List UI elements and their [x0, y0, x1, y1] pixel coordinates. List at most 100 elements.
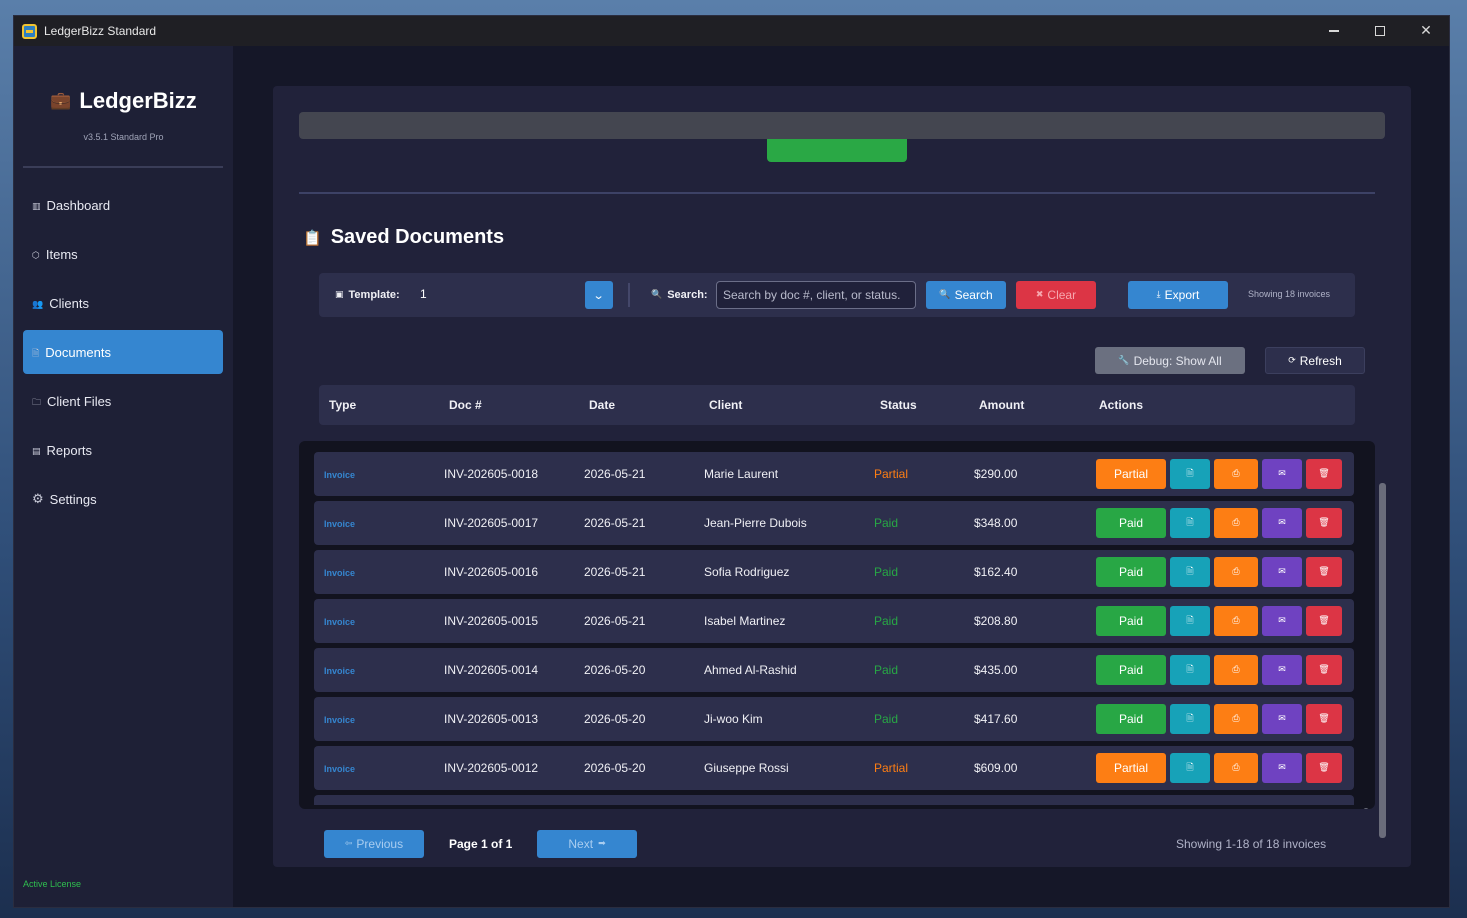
print-button[interactable]: ⎙	[1214, 557, 1258, 587]
status-badge-button[interactable]: Partial	[1096, 753, 1166, 783]
previous-page-button[interactable]: ⇦ Previous	[324, 830, 424, 858]
status-badge-button[interactable]: Paid	[1096, 704, 1166, 734]
table-row[interactable]: Invoice INV-202605-0012 2026-05-20 Giuse…	[314, 746, 1354, 790]
column-header-date[interactable]: Date	[589, 398, 615, 412]
refresh-icon: ⟳	[1288, 355, 1296, 366]
delete-button[interactable]: 🗑	[1306, 557, 1342, 587]
print-button[interactable]: ⎙	[1214, 704, 1258, 734]
search-button[interactable]: 🔍 Search	[926, 281, 1006, 309]
column-header-status[interactable]: Status	[880, 398, 917, 412]
sidebar-item-label: Dashboard	[46, 197, 111, 213]
email-button[interactable]: ✉	[1262, 459, 1302, 489]
print-button[interactable]: ⎙	[1214, 606, 1258, 636]
status-badge-button[interactable]: Paid	[1096, 655, 1166, 685]
view-button[interactable]: 🗎	[1170, 704, 1210, 734]
refresh-button[interactable]: ⟳ Refresh	[1265, 347, 1365, 374]
sidebar-item-dashboard[interactable]: ▥ Dashboard	[23, 183, 223, 227]
debug-show-all-button[interactable]: 🔧 Debug: Show All	[1095, 347, 1245, 374]
doc-number: INV-202605-0013	[444, 712, 539, 726]
status-badge-button[interactable]: Paid	[1096, 508, 1166, 538]
table-row-partial[interactable]	[314, 795, 1354, 805]
license-status: Active License	[23, 879, 82, 889]
printer-icon: ⎙	[1232, 665, 1240, 675]
sidebar-item-settings[interactable]: ⚙ Settings	[23, 477, 223, 521]
doc-date: 2026-05-21	[584, 516, 646, 530]
clear-button[interactable]: ✖ Clear	[1016, 281, 1096, 309]
status-badge-button[interactable]: Paid	[1096, 557, 1166, 587]
close-window-button[interactable]: ✕	[1403, 16, 1449, 46]
sidebar-item-items[interactable]: ⬡ Items	[23, 232, 223, 276]
print-button[interactable]: ⎙	[1214, 459, 1258, 489]
amount: $162.40	[974, 565, 1018, 579]
table-scrollbar[interactable]	[1363, 808, 1369, 809]
export-button[interactable]: ⤓ Export	[1128, 281, 1228, 309]
delete-button[interactable]: 🗑	[1306, 753, 1342, 783]
sidebar-item-client-files[interactable]: 🗀 Client Files	[23, 379, 223, 423]
template-dropdown-button[interactable]: ⌄	[585, 281, 613, 309]
email-button[interactable]: ✉	[1262, 704, 1302, 734]
title-bar[interactable]: LedgerBizz Standard ✕	[14, 16, 1449, 46]
view-button[interactable]: 🗎	[1170, 508, 1210, 538]
window-title: LedgerBizz Standard	[44, 24, 157, 38]
template-label-text: Template:	[348, 289, 400, 301]
sidebar-item-reports[interactable]: ▤ Reports	[23, 428, 223, 472]
template-select-value[interactable]: 1	[420, 287, 427, 301]
envelope-icon: ✉	[1278, 714, 1286, 724]
table-row[interactable]: Invoice INV-202605-0015 2026-05-21 Isabe…	[314, 599, 1354, 643]
delete-button[interactable]: 🗑	[1306, 459, 1342, 489]
table-row[interactable]: Invoice INV-202605-0018 2026-05-21 Marie…	[314, 452, 1354, 496]
envelope-icon: ✉	[1278, 616, 1286, 626]
minimize-button[interactable]	[1311, 16, 1357, 46]
email-button[interactable]: ✉	[1262, 508, 1302, 538]
maximize-button[interactable]	[1357, 16, 1403, 46]
next-page-button[interactable]: Next ➡	[537, 830, 637, 858]
column-header-amount[interactable]: Amount	[979, 398, 1024, 412]
doc-date: 2026-05-20	[584, 663, 646, 677]
client-name: Ji-woo Kim	[704, 712, 763, 726]
table-row[interactable]: Invoice INV-202605-0014 2026-05-20 Ahmed…	[314, 648, 1354, 692]
amount: $435.00	[974, 663, 1018, 677]
sidebar-item-clients[interactable]: 👥 Clients	[23, 281, 223, 325]
search-input[interactable]	[716, 281, 916, 309]
print-button[interactable]: ⎙	[1214, 655, 1258, 685]
clients-icon: 👥	[32, 300, 44, 310]
sidebar-item-documents[interactable]: 🗎 Documents	[23, 330, 223, 374]
doc-number: INV-202605-0012	[444, 761, 539, 775]
status-badge-button[interactable]: Paid	[1096, 606, 1166, 636]
documents-table-body[interactable]: Invoice INV-202605-0018 2026-05-21 Marie…	[299, 441, 1375, 809]
column-header-doc[interactable]: Doc #	[449, 398, 482, 412]
print-button[interactable]: ⎙	[1214, 508, 1258, 538]
table-row[interactable]: Invoice INV-202605-0017 2026-05-21 Jean-…	[314, 501, 1354, 545]
delete-button[interactable]: 🗑	[1306, 508, 1342, 538]
email-button[interactable]: ✉	[1262, 606, 1302, 636]
page-title: Saved Documents	[330, 226, 505, 248]
status-badge-button[interactable]: Partial	[1096, 459, 1166, 489]
table-row[interactable]: Invoice INV-202605-0016 2026-05-21 Sofia…	[314, 550, 1354, 594]
email-button[interactable]: ✉	[1262, 655, 1302, 685]
column-header-type[interactable]: Type	[329, 398, 356, 412]
arrow-right-icon: ➡	[598, 839, 606, 849]
delete-button[interactable]: 🗑	[1306, 704, 1342, 734]
brand: 💼 LedgerBizz	[14, 88, 233, 114]
envelope-icon: ✉	[1278, 665, 1286, 675]
export-button-label: Export	[1164, 288, 1200, 302]
column-header-client[interactable]: Client	[709, 398, 742, 412]
status-text: Partial	[874, 467, 909, 481]
email-button[interactable]: ✉	[1262, 557, 1302, 587]
email-button[interactable]: ✉	[1262, 753, 1302, 783]
view-button[interactable]: 🗎	[1170, 655, 1210, 685]
view-button[interactable]: 🗎	[1170, 753, 1210, 783]
view-button[interactable]: 🗎	[1170, 606, 1210, 636]
trash-icon: 🗑	[1318, 518, 1330, 528]
view-button[interactable]: 🗎	[1170, 557, 1210, 587]
view-button[interactable]: 🗎	[1170, 459, 1210, 489]
delete-button[interactable]: 🗑	[1306, 655, 1342, 685]
table-row[interactable]: Invoice INV-202605-0013 2026-05-20 Ji-wo…	[314, 697, 1354, 741]
template-label: ▣ Template:	[335, 289, 400, 301]
panel-scrollbar[interactable]	[1379, 483, 1386, 838]
save-document-button[interactable]	[767, 139, 907, 162]
gear-icon: ⚙	[32, 491, 44, 507]
sidebar-item-label: Client Files	[47, 393, 112, 409]
delete-button[interactable]: 🗑	[1306, 606, 1342, 636]
print-button[interactable]: ⎙	[1214, 753, 1258, 783]
